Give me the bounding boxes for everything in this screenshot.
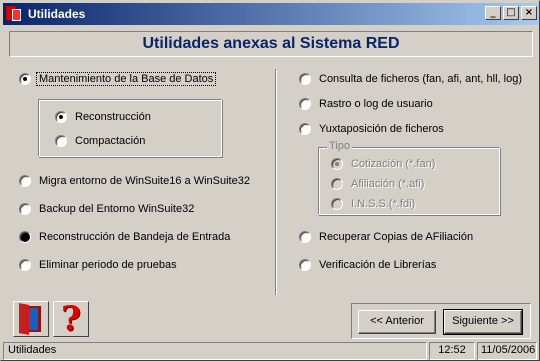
maximize-button[interactable]: □ — [503, 6, 519, 20]
maintenance-suboptions-group: Reconstrucción Compactación — [38, 99, 222, 157]
option-compactacion[interactable]: Compactación — [55, 133, 145, 149]
option-backup-entorno[interactable]: Backup del Entorno WinSuite32 — [19, 201, 194, 217]
option-cotizacion[interactable]: Cotización (*.fan) — [331, 156, 435, 172]
option-label: Backup del Entorno WinSuite32 — [39, 203, 195, 215]
column-divider — [275, 69, 277, 295]
option-rastro-log[interactable]: Rastro o log de usuario — [299, 96, 433, 112]
option-label: Consulta de ficheros (fan, afi, ant, hll… — [319, 73, 522, 85]
option-migra-entorno[interactable]: Migra entorno de WinSuite16 a WinSuite32 — [19, 173, 250, 189]
radio-button[interactable] — [299, 73, 311, 85]
radio-button[interactable] — [19, 203, 31, 215]
radio-button[interactable] — [55, 135, 67, 147]
option-label: Compactación — [75, 135, 146, 147]
radio-button[interactable] — [19, 231, 31, 243]
option-label: Migra entorno de WinSuite16 a WinSuite32 — [39, 175, 250, 187]
option-afiliacion[interactable]: Afiliación (*.afi) — [331, 176, 424, 192]
option-label: Rastro o log de usuario — [319, 98, 433, 110]
navigation-frame: << Anterior Siguiente >> — [351, 303, 531, 339]
radio-button[interactable] — [19, 73, 31, 85]
maximize-icon: □ — [506, 7, 516, 18]
option-label: Yuxtaposición de ficheros — [319, 123, 444, 135]
help-question-icon: ? — [61, 299, 81, 339]
radio-button[interactable] — [331, 198, 343, 210]
option-reconstruccion[interactable]: Reconstrucción — [55, 109, 151, 125]
next-button[interactable]: Siguiente >> — [443, 309, 523, 335]
radio-button[interactable] — [55, 111, 67, 123]
option-reconstruccion-bandeja[interactable]: Reconstrucción de Bandeja de Entrada — [19, 229, 230, 245]
option-label: I.N.S.S.(*.fdi) — [351, 198, 416, 210]
minimize-icon: _ — [490, 7, 496, 18]
option-label: Reconstrucción de Bandeja de Entrada — [39, 231, 231, 243]
tipo-group-label: Tipo — [327, 140, 352, 152]
title-bar[interactable]: Utilidades _ □ × — [3, 3, 539, 25]
option-eliminar-periodo[interactable]: Eliminar periodo de pruebas — [19, 257, 177, 273]
close-button[interactable]: × — [521, 6, 537, 20]
back-button[interactable]: << Anterior — [358, 310, 436, 334]
tipo-group: Tipo Cotización (*.fan) Afiliación (*.af… — [318, 140, 500, 215]
option-label: Eliminar periodo de pruebas — [39, 259, 177, 271]
utilidades-window: Utilidades _ □ × Utilidades anexas al Si… — [0, 0, 540, 361]
help-button[interactable]: ? — [53, 299, 89, 339]
option-verificacion-librerias[interactable]: Verificación de Librerías — [299, 257, 436, 273]
minimize-button[interactable]: _ — [485, 6, 501, 20]
page-title: Utilidades anexas al Sistema RED — [9, 31, 533, 57]
option-label: Afiliación (*.afi) — [351, 178, 425, 190]
radio-button[interactable] — [331, 158, 343, 170]
app-icon[interactable] — [6, 6, 22, 22]
radio-button[interactable] — [19, 259, 31, 271]
radio-button[interactable] — [299, 231, 311, 243]
option-recuperar-copias[interactable]: Recuperar Copias de AFiliación — [299, 229, 473, 245]
option-yuxtaposicion[interactable]: Yuxtaposición de ficheros — [299, 121, 444, 137]
radio-button[interactable] — [299, 98, 311, 110]
status-bar: Utilidades 12:52 11/05/2006 — [3, 342, 539, 360]
option-label: Cotización (*.fan) — [351, 158, 436, 170]
option-label: Mantenimiento de la Base de Datos — [36, 72, 217, 86]
status-date: 11/05/2006 — [477, 342, 537, 360]
radio-button[interactable] — [299, 259, 311, 271]
option-label: Verificación de Librerías — [319, 259, 437, 271]
option-label: Reconstrucción — [75, 111, 151, 123]
option-mantenimiento[interactable]: Mantenimiento de la Base de Datos — [19, 71, 217, 87]
radio-button[interactable] — [331, 178, 343, 190]
option-inss[interactable]: I.N.S.S.(*.fdi) — [331, 196, 415, 212]
window-title: Utilidades — [28, 7, 86, 21]
close-icon: × — [524, 7, 534, 18]
status-text: Utilidades — [3, 342, 427, 360]
radio-button[interactable] — [19, 175, 31, 187]
exit-button[interactable] — [13, 301, 49, 337]
option-label: Recuperar Copias de AFiliación — [319, 231, 474, 243]
option-consulta-ficheros[interactable]: Consulta de ficheros (fan, afi, ant, hll… — [299, 71, 522, 87]
status-time: 12:52 — [429, 342, 475, 360]
radio-button[interactable] — [299, 123, 311, 135]
